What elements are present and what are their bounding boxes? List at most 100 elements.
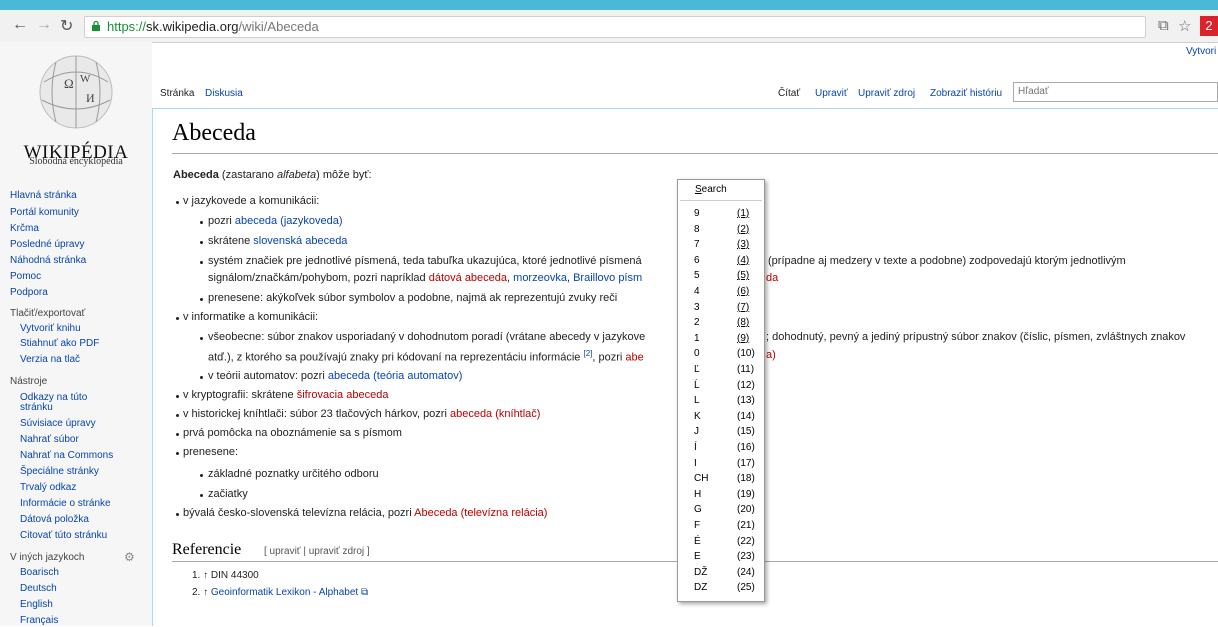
sidebar-item-download-pdf[interactable]: Stiahnuť ako PDF	[20, 338, 99, 350]
context-menu-separator	[680, 200, 762, 201]
context-menu-item[interactable]: L (13)	[677, 393, 765, 408]
menu-item-key: L	[694, 395, 700, 407]
link-fragment[interactable]: a)	[766, 349, 776, 361]
sidebar-item-lang-deutsch[interactable]: Deutsch	[20, 583, 57, 595]
link-braillovo-pismo[interactable]: Braillovo písm	[573, 272, 642, 284]
tab-talk[interactable]: Diskusia	[205, 88, 243, 99]
context-menu-item[interactable]: H (19)	[677, 487, 765, 502]
context-menu-item[interactable]: 6 (4)	[677, 253, 765, 268]
menu-item-key: I	[694, 457, 697, 469]
link-abeceda-knihtlac[interactable]: abeceda (kníhtlač)	[450, 408, 541, 420]
context-menu-item[interactable]: 3 (7)	[677, 300, 765, 315]
list-item: systém značiek pre jednotlivé písmená, t…	[208, 255, 642, 267]
sidebar-item-upload-commons[interactable]: Nahrať na Commons	[20, 450, 113, 462]
sidebar-item-permanent-link[interactable]: Trvalý odkaz	[20, 482, 76, 494]
sidebar-item-main-page[interactable]: Hlavná stránka	[10, 190, 77, 202]
menu-item-shortcut: (9)	[737, 332, 750, 344]
sidebar-item-page-info[interactable]: Informácie o stránke	[20, 498, 111, 510]
sidebar-heading-tools[interactable]: Nástroje	[10, 376, 47, 387]
sidebar-item-create-book[interactable]: Vytvoriť knihu	[20, 323, 81, 335]
sidebar-item-cite-page[interactable]: Citovať túto stránku	[20, 530, 107, 542]
context-menu-item[interactable]: CH (18)	[677, 471, 765, 486]
menu-item-shortcut: (15)	[737, 426, 755, 438]
translate-icon[interactable]: ⧉	[1158, 17, 1169, 34]
bullet	[200, 261, 203, 264]
context-menu-item[interactable]: 8 (2)	[677, 222, 765, 237]
create-account-link[interactable]: Vytvori	[1186, 46, 1216, 57]
sidebar-item-support[interactable]: Podpora	[10, 287, 48, 299]
sidebar-item-lang-francais[interactable]: Français	[20, 615, 58, 627]
sidebar-item-wikidata-item[interactable]: Dátová položka	[20, 514, 89, 526]
link-abeceda-jazykoveda[interactable]: abeceda (jazykoveda)	[235, 215, 343, 227]
search-input[interactable]	[1013, 82, 1218, 102]
sidebar-item-printable[interactable]: Verzia na tlač	[20, 354, 80, 366]
context-menu-item[interactable]: Ĺ (12)	[677, 378, 765, 393]
menu-item-shortcut: (6)	[737, 286, 750, 297]
sidebar-heading-languages[interactable]: V iných jazykoch	[10, 552, 84, 563]
menu-item-key: K	[694, 410, 701, 422]
context-menu-item[interactable]: E (23)	[677, 549, 765, 564]
sidebar-item-recent-changes[interactable]: Posledné úpravy	[10, 239, 85, 251]
context-menu-item[interactable]: 1 (9)	[677, 331, 765, 346]
sidebar-item-random-page[interactable]: Náhodná stránka	[10, 255, 86, 267]
arrow-left-icon[interactable]: ←	[12, 16, 28, 34]
link-morzeovka[interactable]: morzeovka	[513, 272, 567, 284]
link-datova-abeceda[interactable]: dátová abeceda	[429, 272, 507, 284]
context-menu-item[interactable]: Ľ (11)	[677, 362, 765, 377]
link-slovenska-abeceda[interactable]: slovenská abeceda	[253, 235, 347, 247]
context-menu-item[interactable]: 9 (1)	[677, 206, 765, 221]
list-item-continuation: (prípadne aj medzery v texte a podobne) …	[768, 255, 1126, 267]
menu-item-shortcut: (13)	[737, 395, 755, 407]
tab-edit-source[interactable]: Upraviť zdroj	[858, 88, 915, 99]
gear-icon[interactable]: ⚙	[124, 550, 135, 564]
context-menu-item[interactable]: J (15)	[677, 424, 765, 439]
sidebar-heading-print[interactable]: Tlačiť/exportovať	[10, 308, 85, 319]
context-menu-title[interactable]: Search	[695, 184, 727, 195]
context-menu-item[interactable]: F (21)	[677, 518, 765, 533]
star-icon[interactable]: ☆	[1178, 17, 1191, 35]
bullet	[176, 414, 179, 417]
reload-icon[interactable]: ↻	[60, 16, 73, 36]
sidebar-item-lang-boarisch[interactable]: Boarisch	[20, 567, 59, 579]
context-menu-item[interactable]: 4 (6)	[677, 284, 765, 299]
link-abeceda-automaty[interactable]: abeceda (teória automatov)	[328, 370, 463, 382]
tab-page[interactable]: Stránka	[160, 88, 194, 99]
sidebar-item-help[interactable]: Pomoc	[10, 271, 41, 283]
sidebar-item-special-pages[interactable]: Špeciálne stránky	[20, 466, 99, 478]
sidebar-item-upload-file[interactable]: Nahrať súbor	[20, 434, 79, 446]
sidebar-item-village-pump[interactable]: Krčma	[10, 223, 39, 235]
arrow-right-icon[interactable]: →	[36, 16, 52, 34]
section-edit-links[interactable]: [ upraviť | upraviť zdroj ]	[264, 546, 370, 557]
address-bar[interactable]: https://sk.wikipedia.org/wiki/Abeceda	[84, 16, 1146, 38]
context-menu-item[interactable]: 0 (10)	[677, 346, 765, 361]
tab-read[interactable]: Čítať	[778, 88, 800, 99]
context-menu-item[interactable]: DZ (25)	[677, 580, 765, 595]
context-menu-item[interactable]: G (20)	[677, 502, 765, 517]
menu-item-shortcut: (16)	[737, 442, 755, 453]
context-menu-item[interactable]: É (22)	[677, 534, 765, 549]
context-menu-item[interactable]: I (17)	[677, 456, 765, 471]
link-fragment[interactable]: da	[766, 272, 778, 284]
context-menu-item[interactable]: K (14)	[677, 409, 765, 424]
context-menu-item[interactable]: Í (16)	[677, 440, 765, 455]
tab-edit[interactable]: Upraviť	[815, 88, 848, 99]
list-item-line2: atď.), z ktorého sa používajú znaky pri …	[208, 349, 644, 364]
reference-item: 2. ↑ Geoinformatik Lexikon - Alphabet ⧉	[192, 587, 369, 598]
browser-toolbar: ← → ↻ https://sk.wikipedia.org/wiki/Abec…	[0, 10, 1218, 43]
link-abeceda-relacia[interactable]: Abeceda (televízna relácia)	[414, 507, 547, 519]
link-abeceda-fragment[interactable]: abe	[625, 352, 643, 364]
context-menu-item[interactable]: 5 (5)	[677, 268, 765, 283]
context-menu-item[interactable]: 7 (3)	[677, 237, 765, 252]
sidebar-item-community-portal[interactable]: Portál komunity	[10, 207, 79, 219]
context-menu-item[interactable]: 2 (8)	[677, 315, 765, 330]
sidebar-item-related-changes[interactable]: Súvisiace úpravy	[20, 418, 96, 430]
extension-icon[interactable]: 2	[1200, 16, 1218, 36]
link-sifrovacia-abeceda[interactable]: šifrovacia abeceda	[297, 389, 389, 401]
sidebar-item-lang-english[interactable]: English	[20, 599, 53, 611]
context-menu-item[interactable]: DŽ (24)	[677, 565, 765, 580]
link-geoinformatik[interactable]: Geoinformatik Lexikon - Alphabet	[211, 587, 358, 598]
wikipedia-globe-logo[interactable]: Ω W И	[34, 52, 118, 132]
list-item: prvá pomôcka na oboznámenie sa s písmom	[183, 427, 402, 439]
tab-history[interactable]: Zobraziť históriu	[930, 88, 1002, 99]
sidebar-item-what-links-here-2[interactable]: stránku	[20, 402, 53, 414]
